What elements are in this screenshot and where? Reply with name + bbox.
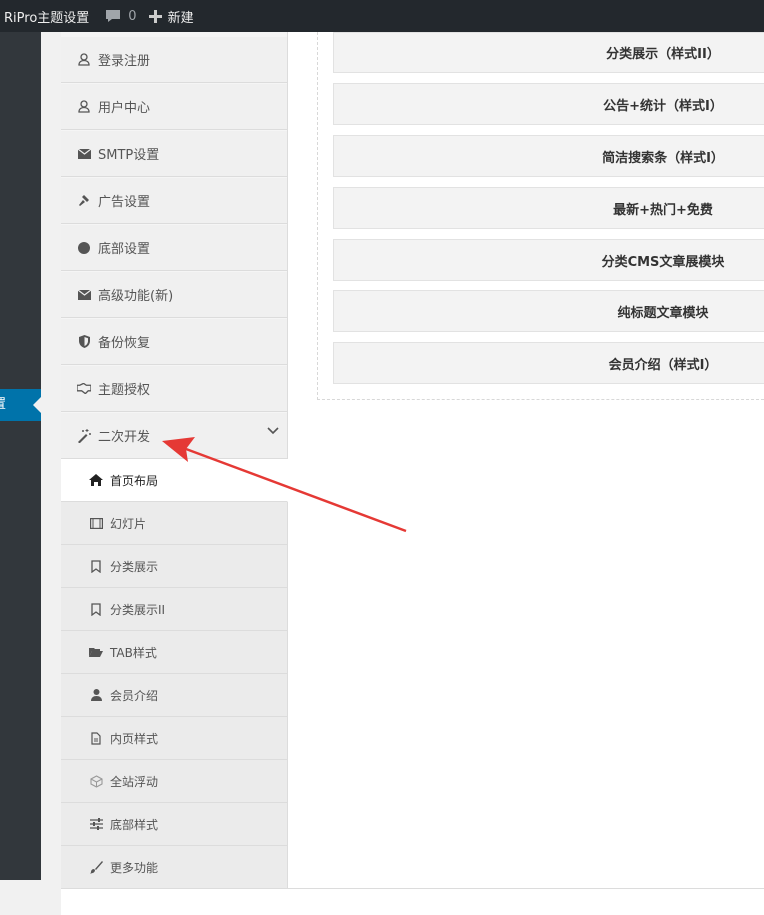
home-icon: [89, 473, 103, 487]
layout-module[interactable]: 会员介绍（样式Ⅰ）: [333, 342, 764, 384]
subnav-item-category[interactable]: 分类展示: [61, 545, 287, 588]
chevron-down-icon: [267, 427, 279, 435]
module-label: 分类CMS文章展模块: [601, 254, 725, 270]
nav-item-label: 用户中心: [98, 101, 151, 116]
layout-module[interactable]: 纯标题文章模块: [333, 290, 764, 332]
nav-item-dev[interactable]: 二次开发: [61, 413, 287, 459]
nav-item-license[interactable]: 主题授权: [61, 366, 287, 412]
nav-item-label: 登录注册: [98, 54, 151, 69]
subnav-item-member[interactable]: 会员介绍: [61, 674, 287, 717]
site-title-link[interactable]: RiPro主题设置: [0, 0, 99, 32]
subnav-item-more[interactable]: 更多功能: [61, 846, 287, 889]
nav-item-ads[interactable]: 广告设置: [61, 178, 287, 224]
nav-item-label: SMTP设置: [98, 148, 160, 163]
sliders-icon: [89, 817, 103, 831]
subnav-item-label: 底部样式: [110, 817, 159, 832]
comments-count: 0: [128, 8, 137, 24]
subnav-item-label: 首页布局: [110, 473, 159, 488]
nav-item-user-center[interactable]: 用户中心: [61, 84, 287, 130]
nav-item-label: 底部设置: [98, 242, 151, 257]
nav-item-login[interactable]: 登录注册: [61, 37, 287, 83]
bookmark-icon: [89, 559, 103, 573]
nav-item-label: 高级功能(新): [98, 289, 174, 304]
module-label: 最新+热门+免费: [613, 202, 713, 218]
comments-link[interactable]: 0: [99, 0, 142, 32]
subnav-item-label: TAB样式: [110, 645, 157, 660]
admin-bar: RiPro主题设置 0 新建: [0, 0, 764, 32]
layout-module[interactable]: 最新+热门+免费: [333, 187, 764, 229]
magic-wand-icon: [77, 428, 91, 443]
brush-icon: [89, 860, 103, 874]
envelope-icon: [77, 288, 91, 302]
film-icon: [89, 516, 103, 530]
comment-bubble-icon: [106, 10, 121, 22]
new-label: 新建: [167, 10, 194, 26]
nav-item-label: 广告设置: [98, 195, 151, 210]
user-icon: [77, 100, 91, 114]
subnav-item-footer-style[interactable]: 底部样式: [61, 803, 287, 846]
subnav-item-label: 分类展示II: [110, 602, 166, 617]
module-label: 会员介绍（样式Ⅰ）: [608, 357, 718, 373]
bookmark-icon: [89, 602, 103, 616]
module-label: 公告+统计（样式Ⅰ）: [603, 98, 723, 114]
nav-item-footer[interactable]: 底部设置: [61, 225, 287, 271]
wp-menu-current-item[interactable]: 置: [0, 389, 41, 421]
wp-admin-menu: 置: [0, 32, 41, 880]
nav-item-backup[interactable]: 备份恢复: [61, 319, 287, 365]
layout-module[interactable]: 分类CMS文章展模块: [333, 239, 764, 281]
handshake-icon: [77, 382, 91, 396]
envelope-icon: [77, 147, 91, 161]
subnav-item-label: 内页样式: [110, 731, 159, 746]
current-item-arrow: [33, 397, 41, 413]
options-nav: 登录注册 用户中心 SMTP设置 广告设置 底部设置 高级功能(新) 备份恢复: [61, 32, 288, 889]
subnav-item-label: 分类展示: [110, 559, 159, 574]
module-label: 纯标题文章模块: [617, 305, 709, 321]
cube-icon: [89, 774, 103, 788]
folder-open-icon: [89, 645, 103, 659]
nav-item-smtp[interactable]: SMTP设置: [61, 131, 287, 177]
subnav-item-home-layout[interactable]: 首页布局: [61, 459, 288, 502]
subnav-item-float[interactable]: 全站浮动: [61, 760, 287, 803]
module-label: 简洁搜索条（样式Ⅰ）: [602, 150, 724, 166]
shield-icon: [77, 335, 91, 349]
subnav-item-tab-style[interactable]: TAB样式: [61, 631, 287, 674]
new-content-link[interactable]: 新建: [143, 0, 200, 32]
wp-menu-bottom: [0, 880, 41, 915]
subnav-item-label: 幻灯片: [110, 516, 147, 531]
subnav-item-slider[interactable]: 幻灯片: [61, 502, 287, 545]
subnav-item-label: 全站浮动: [110, 774, 159, 789]
circle-icon: [77, 241, 91, 255]
module-label: 分类展示（样式II）: [606, 47, 720, 62]
page: RiPro主题设置 0 新建 置 登录注册 用户中心 SMTP设置: [0, 0, 764, 915]
subnav-item-category-ii[interactable]: 分类展示II: [61, 588, 287, 631]
site-title: RiPro主题设置: [4, 10, 90, 26]
wp-menu-current-label: 置: [0, 389, 6, 421]
nav-item-label: 二次开发: [98, 430, 151, 445]
nav-item-advanced[interactable]: 高级功能(新): [61, 272, 287, 318]
panel-footer-divider: [61, 888, 764, 889]
user-icon: [77, 53, 91, 67]
plus-icon: [148, 9, 162, 23]
subnav-item-label: 会员介绍: [110, 688, 159, 703]
layout-module[interactable]: 公告+统计（样式Ⅰ）: [333, 83, 764, 125]
subnav-item-inner-style[interactable]: 内页样式: [61, 717, 287, 760]
gavel-icon: [77, 194, 91, 208]
nav-item-label: 主题授权: [98, 383, 151, 398]
user-solid-icon: [89, 688, 103, 702]
layout-module[interactable]: 简洁搜索条（样式Ⅰ）: [333, 135, 764, 177]
nav-item-label: 备份恢复: [98, 336, 151, 351]
subnav-item-label: 更多功能: [110, 860, 159, 875]
file-text-icon: [89, 731, 103, 745]
layout-module[interactable]: 分类展示（样式II）: [333, 32, 764, 73]
